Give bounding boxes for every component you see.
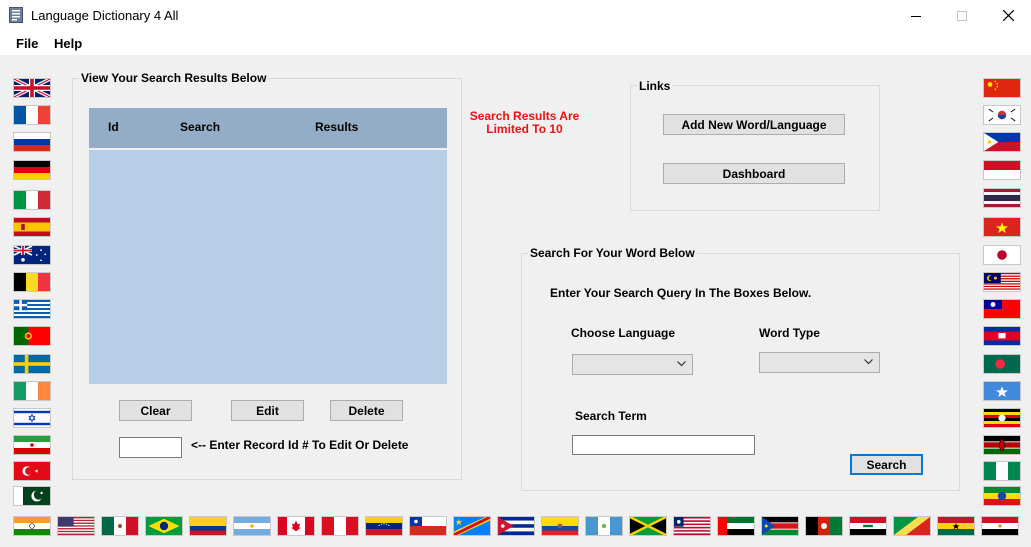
- results-group-title: View Your Search Results Below: [79, 71, 269, 85]
- flag-vietnam-icon[interactable]: [983, 217, 1021, 237]
- links-group-title: Links: [637, 79, 673, 93]
- close-button[interactable]: [985, 0, 1031, 31]
- flag-somalia-icon[interactable]: [983, 381, 1021, 401]
- flag-cuba-icon[interactable]: [497, 516, 535, 536]
- search-term-input[interactable]: [572, 435, 755, 455]
- chevron-down-icon: [677, 361, 686, 367]
- delete-button[interactable]: Delete: [330, 400, 403, 421]
- results-grid[interactable]: [89, 150, 447, 384]
- word-type-label: Word Type: [759, 326, 820, 340]
- flag-germany-icon[interactable]: [13, 160, 51, 180]
- flag-portugal-icon[interactable]: [13, 326, 51, 346]
- flag-ghana-icon[interactable]: [937, 516, 975, 536]
- flag-peru-icon[interactable]: [321, 516, 359, 536]
- language-select[interactable]: [572, 354, 693, 375]
- flag-japan-icon[interactable]: [983, 245, 1021, 265]
- flag-ecuador-icon[interactable]: [541, 516, 579, 536]
- flag-mexico-icon[interactable]: [101, 516, 139, 536]
- word-type-select[interactable]: [759, 352, 880, 373]
- search-term-label: Search Term: [575, 409, 647, 423]
- add-word-language-button[interactable]: Add New Word/Language: [663, 114, 845, 135]
- links-group: [630, 85, 880, 211]
- maximize-button[interactable]: [939, 0, 985, 31]
- flag-israel-icon[interactable]: [13, 408, 51, 428]
- flag-venezuela-icon[interactable]: [365, 516, 403, 536]
- flag-uganda-icon[interactable]: [983, 408, 1021, 428]
- flag-cambodia-icon[interactable]: [983, 326, 1021, 346]
- flag-egypt-icon[interactable]: [981, 516, 1019, 536]
- column-id[interactable]: Id: [108, 120, 119, 134]
- flag-pakistan-icon[interactable]: [13, 486, 51, 506]
- flag-italy-icon[interactable]: [13, 190, 51, 210]
- flag-russia-icon[interactable]: [13, 132, 51, 152]
- flag-dr-congo-icon[interactable]: [453, 516, 491, 536]
- search-group-title: Search For Your Word Below: [528, 246, 697, 260]
- column-search[interactable]: Search: [180, 120, 220, 134]
- flag-liberia-icon[interactable]: [673, 516, 711, 536]
- column-results[interactable]: Results: [315, 120, 358, 134]
- flag-turkey-icon[interactable]: [13, 461, 51, 481]
- flag-kenya-icon[interactable]: [983, 435, 1021, 455]
- flag-indonesia-icon[interactable]: [983, 160, 1021, 180]
- window-title: Language Dictionary 4 All: [31, 8, 179, 23]
- menu-bar: [0, 31, 1031, 55]
- flag-south-korea-icon[interactable]: [983, 105, 1021, 125]
- flag-argentina-icon[interactable]: [233, 516, 271, 536]
- flag-india-icon[interactable]: [13, 516, 51, 536]
- flag-brazil-icon[interactable]: [145, 516, 183, 536]
- search-button[interactable]: Search: [850, 454, 923, 475]
- menu-file[interactable]: File: [16, 36, 38, 51]
- menu-help[interactable]: Help: [54, 36, 82, 51]
- flag-colombia-icon[interactable]: [189, 516, 227, 536]
- flag-ethiopia-icon[interactable]: [983, 486, 1021, 506]
- flag-malaysia-icon[interactable]: [983, 272, 1021, 292]
- minimize-button[interactable]: [893, 0, 939, 31]
- flag-thailand-icon[interactable]: [983, 188, 1021, 208]
- choose-language-label: Choose Language: [571, 326, 676, 340]
- results-grid-header: [89, 108, 447, 148]
- flag-congo-icon[interactable]: [893, 516, 931, 536]
- clear-button[interactable]: Clear: [119, 400, 192, 421]
- close-icon: [1002, 10, 1014, 21]
- flag-france-icon[interactable]: [13, 105, 51, 125]
- flag-uk-icon[interactable]: [13, 78, 51, 98]
- flag-usa-icon[interactable]: [57, 516, 95, 536]
- flag-sweden-icon[interactable]: [13, 354, 51, 374]
- flag-iraq-icon[interactable]: [849, 516, 887, 536]
- flag-jamaica-icon[interactable]: [629, 516, 667, 536]
- flag-uae-icon[interactable]: [717, 516, 755, 536]
- flag-south-sudan-icon[interactable]: [761, 516, 799, 536]
- flag-chile-icon[interactable]: [409, 516, 447, 536]
- app-icon: [9, 7, 23, 23]
- flag-china-icon[interactable]: [983, 78, 1021, 98]
- flag-iran-icon[interactable]: [13, 435, 51, 455]
- flag-nigeria-icon[interactable]: [983, 461, 1021, 481]
- flag-bangladesh-icon[interactable]: [983, 354, 1021, 374]
- chevron-down-icon: [864, 359, 873, 365]
- dashboard-button[interactable]: Dashboard: [663, 163, 845, 184]
- flag-belgium-icon[interactable]: [13, 272, 51, 292]
- record-id-hint: <-- Enter Record Id # To Edit Or Delete: [191, 438, 409, 452]
- flag-afghanistan-icon[interactable]: [805, 516, 843, 536]
- maximize-icon: [957, 10, 967, 21]
- flag-guatemala-icon[interactable]: [585, 516, 623, 536]
- flag-spain-icon[interactable]: [13, 217, 51, 237]
- flag-philippines-icon[interactable]: [983, 132, 1021, 152]
- flag-australia-icon[interactable]: [13, 245, 51, 265]
- flag-canada-icon[interactable]: [277, 516, 315, 536]
- results-limit-note: Search Results Are Limited To 10: [469, 109, 580, 136]
- search-instruction: Enter Your Search Query In The Boxes Bel…: [550, 286, 812, 300]
- edit-button[interactable]: Edit: [231, 400, 304, 421]
- record-id-input[interactable]: [119, 437, 182, 458]
- minimize-icon: [911, 15, 921, 17]
- flag-taiwan-icon[interactable]: [983, 299, 1021, 319]
- flag-greece-icon[interactable]: [13, 299, 51, 319]
- flag-ireland-icon[interactable]: [13, 381, 51, 401]
